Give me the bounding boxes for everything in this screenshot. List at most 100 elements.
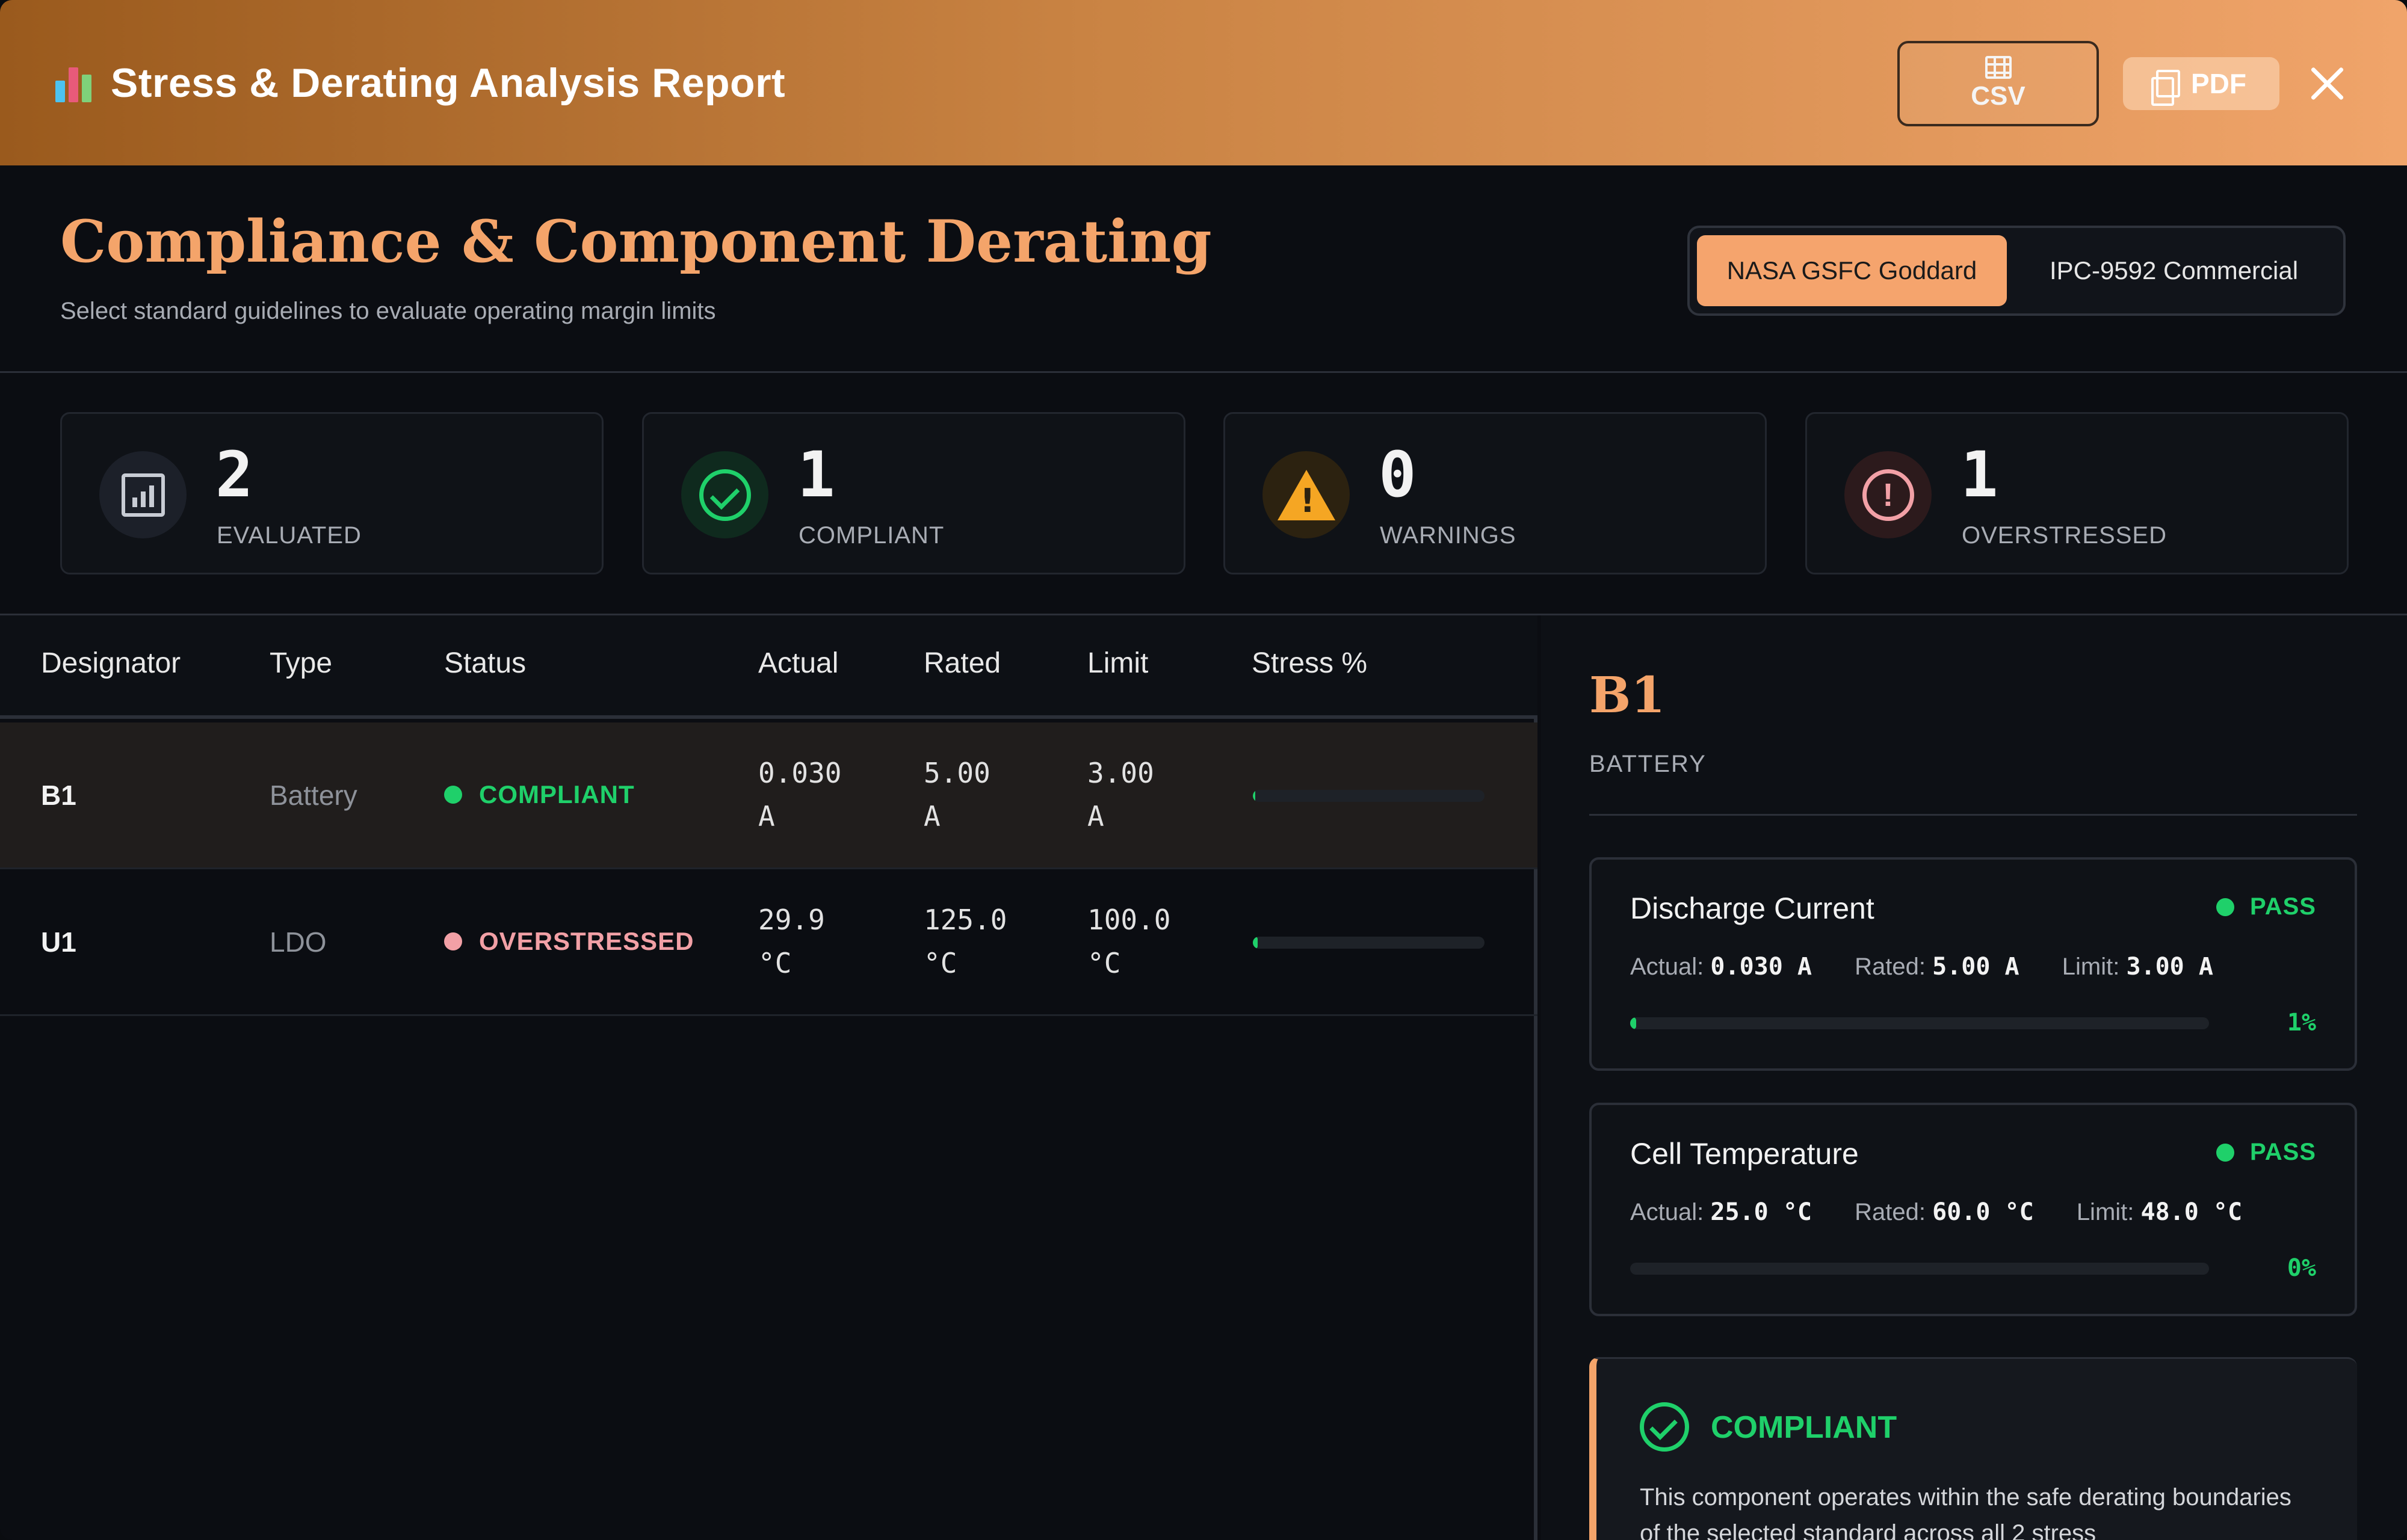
export-pdf-button[interactable]: PDF bbox=[2123, 57, 2279, 110]
row-rated: 5.00 A bbox=[924, 751, 1068, 838]
standard-option-ipc[interactable]: IPC-9592 Commercial bbox=[2012, 235, 2336, 306]
col-status[interactable]: Status bbox=[444, 647, 526, 680]
status-badge: OVERSTRESSED bbox=[444, 927, 694, 956]
status-badge: COMPLIANT bbox=[444, 780, 635, 809]
stress-bar-fill bbox=[1253, 790, 1255, 802]
limit-value: 48.0 °C bbox=[2140, 1198, 2243, 1226]
status-text: COMPLIANT bbox=[479, 780, 635, 808]
actual-value: 25.0 °C bbox=[1710, 1198, 1812, 1226]
kpi-value: 1 bbox=[1961, 438, 1998, 511]
row-actual: 29.9 °C bbox=[758, 898, 903, 985]
section-title: Compliance & Component Derating bbox=[60, 208, 1212, 276]
kpi-value: 0 bbox=[1379, 438, 1417, 511]
kpi-label: EVALUATED bbox=[217, 522, 362, 549]
param-card-cell-temperature: Cell Temperature PASS Actual: 25.0 °C Ra… bbox=[1589, 1103, 2357, 1316]
rated-number: 5.00 bbox=[924, 757, 990, 789]
actual-label: Actual: bbox=[1630, 953, 1704, 980]
param-status-text: PASS bbox=[2250, 893, 2316, 920]
col-actual[interactable]: Actual bbox=[758, 647, 838, 680]
param-values: Actual: 0.030 A Rated: 5.00 A Limit: 3.0… bbox=[1630, 953, 2213, 981]
rated-value: 60.0 °C bbox=[1932, 1198, 2034, 1226]
export-csv-button[interactable]: CSV bbox=[1897, 41, 2099, 126]
kpi-compliant: 1 COMPLIANT bbox=[642, 412, 1185, 574]
detail-divider bbox=[1589, 814, 2357, 816]
detail-panel: B1 BATTERY Discharge Current PASS Actual… bbox=[1541, 615, 2407, 1540]
rated-number: 125.0 bbox=[924, 904, 1007, 936]
standard-option-nasa[interactable]: NASA GSFC Goddard bbox=[1697, 235, 2007, 306]
param-percent: 1% bbox=[2287, 1009, 2316, 1036]
actual-label: Actual: bbox=[1630, 1199, 1704, 1225]
limit-label: Limit: bbox=[2062, 953, 2120, 980]
param-name: Cell Temperature bbox=[1630, 1137, 1859, 1171]
rated-value: 5.00 A bbox=[1932, 953, 2019, 981]
row-designator: B1 bbox=[41, 780, 76, 811]
col-limit[interactable]: Limit bbox=[1087, 647, 1148, 680]
verdict-text: This component operates within the safe … bbox=[1640, 1484, 2291, 1540]
status-dot bbox=[444, 932, 462, 950]
col-stress[interactable]: Stress % bbox=[1252, 647, 1367, 680]
actual-number: 29.9 bbox=[758, 904, 825, 936]
components-table: Designator Type Status Actual Rated Limi… bbox=[0, 615, 1537, 1540]
param-bar bbox=[1630, 1017, 2209, 1029]
limit-number: 3.00 bbox=[1087, 757, 1154, 789]
title-bar: Stress & Derating Analysis Report CSV PD… bbox=[0, 0, 2407, 165]
check-circle-icon bbox=[681, 451, 768, 538]
rated-label: Rated: bbox=[1855, 953, 1926, 980]
param-status-text: PASS bbox=[2250, 1139, 2316, 1165]
detail-type: BATTERY bbox=[1589, 751, 1707, 777]
actual-value: 0.030 A bbox=[1710, 953, 1812, 981]
close-icon[interactable] bbox=[2303, 60, 2352, 108]
status-dot bbox=[2216, 898, 2235, 916]
standard-toggle: NASA GSFC Goddard IPC-9592 Commercial bbox=[1687, 226, 2346, 316]
table-header: Designator Type Status Actual Rated Limi… bbox=[0, 615, 1537, 719]
status-dot bbox=[444, 786, 462, 804]
kpi-value: 1 bbox=[797, 438, 835, 511]
pdf-icon bbox=[2151, 70, 2180, 106]
kpi-label: COMPLIANT bbox=[799, 522, 945, 549]
actual-number: 0.030 bbox=[758, 757, 842, 789]
param-bar bbox=[1630, 1263, 2209, 1275]
section-heading: Compliance & Component Derating Select s… bbox=[0, 165, 2407, 373]
chart-icon bbox=[99, 451, 187, 538]
actual-unit: A bbox=[758, 800, 775, 833]
report-window: Stress & Derating Analysis Report CSV PD… bbox=[0, 0, 2407, 1540]
alert-circle-icon: ! bbox=[1844, 451, 1932, 538]
kpi-value: 2 bbox=[215, 438, 253, 511]
param-card-discharge-current: Discharge Current PASS Actual: 0.030 A R… bbox=[1589, 857, 2357, 1071]
csv-label: CSV bbox=[1971, 81, 2025, 111]
col-rated[interactable]: Rated bbox=[924, 647, 1001, 680]
limit-label: Limit: bbox=[2076, 1199, 2134, 1225]
detail-designator: B1 bbox=[1589, 667, 1666, 724]
row-type: Battery bbox=[270, 780, 357, 811]
stress-bar-fill bbox=[1253, 937, 1258, 949]
stress-bar bbox=[1253, 790, 1485, 802]
limit-unit: °C bbox=[1087, 947, 1121, 979]
limit-value: 3.00 A bbox=[2126, 953, 2213, 981]
kpi-evaluated: 2 EVALUATED bbox=[60, 412, 604, 574]
col-type[interactable]: Type bbox=[270, 647, 332, 680]
verdict-card: COMPLIANT This component operates within… bbox=[1589, 1357, 2357, 1540]
param-values: Actual: 25.0 °C Rated: 60.0 °C Limit: 48… bbox=[1630, 1198, 2242, 1226]
title-actions: CSV PDF bbox=[1897, 41, 2352, 126]
grid-icon bbox=[1985, 56, 2012, 79]
table-row[interactable]: B1 Battery COMPLIANT 0.030 A 5.00 A 3.00 A bbox=[0, 722, 1537, 869]
verdict-title: COMPLIANT bbox=[1711, 1410, 1897, 1445]
param-bar-fill bbox=[1630, 1017, 1636, 1029]
rated-label: Rated: bbox=[1855, 1199, 1926, 1225]
actual-unit: °C bbox=[758, 947, 792, 979]
row-rated: 125.0 °C bbox=[924, 898, 1068, 985]
stress-bar bbox=[1253, 937, 1485, 949]
window-title: Stress & Derating Analysis Report bbox=[111, 60, 786, 106]
param-status: PASS bbox=[2216, 893, 2316, 920]
status-text: OVERSTRESSED bbox=[479, 927, 694, 955]
check-circle-icon bbox=[1640, 1402, 1689, 1452]
row-designator: U1 bbox=[41, 926, 76, 958]
row-limit: 3.00 A bbox=[1087, 751, 1232, 838]
rated-unit: A bbox=[924, 800, 941, 833]
kpi-warnings: 0 WARNINGS bbox=[1223, 412, 1767, 574]
summary-cards: 2 EVALUATED 1 COMPLIANT 0 WARNINGS ! 1 O… bbox=[0, 373, 2407, 615]
limit-unit: A bbox=[1087, 800, 1104, 833]
table-row[interactable]: U1 LDO OVERSTRESSED 29.9 °C 125.0 °C 100.0… bbox=[0, 869, 1537, 1016]
pdf-label: PDF bbox=[2191, 68, 2246, 99]
col-designator[interactable]: Designator bbox=[41, 647, 181, 680]
